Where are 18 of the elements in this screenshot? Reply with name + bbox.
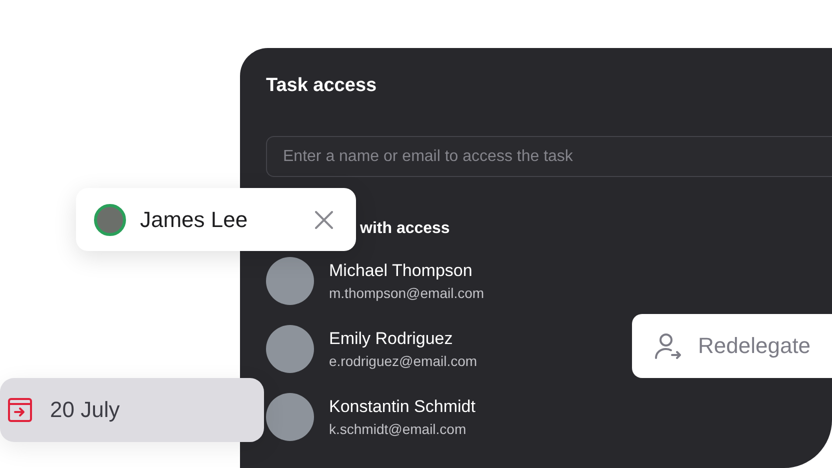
redelegate-button[interactable]: Redelegate (632, 314, 832, 378)
person-email: k.schmidt@email.com (329, 420, 468, 438)
avatar-photo-placeholder (266, 393, 314, 441)
due-date: 20 July (50, 397, 120, 423)
person-name: Konstantin Schmidt (329, 396, 476, 416)
person-email: e.rodriguez@email.com (329, 352, 478, 370)
user-arrow-icon (654, 332, 682, 360)
person-name: Michael Thompson (329, 260, 474, 280)
panel-title: Task access (266, 74, 378, 98)
close-icon (315, 210, 333, 228)
person-name: Emily Rodriguez (329, 328, 454, 348)
avatar-photo-placeholder (94, 204, 126, 236)
avatar-photo-placeholder (266, 257, 314, 305)
section-heading: with access (360, 219, 451, 239)
chip-name: James Lee (140, 206, 249, 232)
search-field[interactable]: Enter a name or email to access the task (266, 136, 832, 177)
person-email: m.thompson@email.com (329, 284, 484, 302)
avatar-photo-placeholder (266, 325, 314, 373)
